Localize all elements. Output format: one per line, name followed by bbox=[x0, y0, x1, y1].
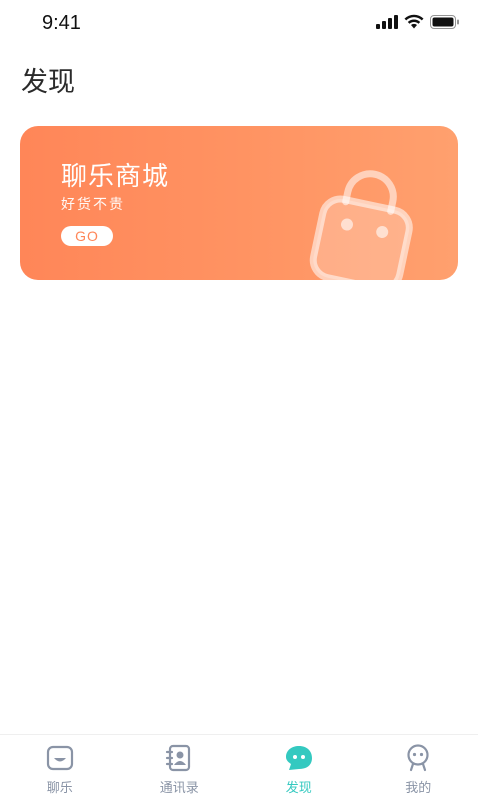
tab-discover[interactable]: 发现 bbox=[239, 735, 359, 798]
discover-icon bbox=[285, 746, 312, 770]
tab-label: 通讯录 bbox=[159, 781, 199, 796]
tab-label: 聊乐 bbox=[46, 781, 73, 796]
tab-label: 发现 bbox=[285, 781, 312, 796]
shopping-bag-icon bbox=[309, 170, 413, 280]
tab-chat[interactable]: 聊乐 bbox=[0, 735, 120, 798]
status-time: 9:41 bbox=[42, 12, 81, 34]
status-icons bbox=[376, 14, 460, 29]
page-title: 发现 bbox=[21, 67, 75, 98]
mall-banner[interactable]: 聊乐商城 好货不贵 GO bbox=[20, 126, 458, 280]
profile-icon bbox=[407, 744, 429, 772]
banner-title: 聊乐商城 bbox=[61, 162, 170, 192]
tab-profile[interactable]: 我的 bbox=[359, 735, 478, 798]
battery-icon bbox=[430, 14, 459, 29]
banner-subtitle: 好货不贵 bbox=[61, 197, 125, 213]
tab-bar: 聊乐 通讯录 发现 我的 bbox=[0, 734, 478, 798]
go-button[interactable]: GO bbox=[61, 226, 113, 246]
tab-contacts[interactable]: 通讯录 bbox=[120, 735, 240, 798]
contacts-icon bbox=[166, 744, 191, 772]
wifi-icon bbox=[404, 14, 424, 29]
status-bar: 9:41 bbox=[0, 0, 478, 48]
tab-label: 我的 bbox=[405, 781, 432, 796]
cellular-signal-icon bbox=[376, 14, 398, 29]
chat-icon bbox=[46, 745, 73, 771]
